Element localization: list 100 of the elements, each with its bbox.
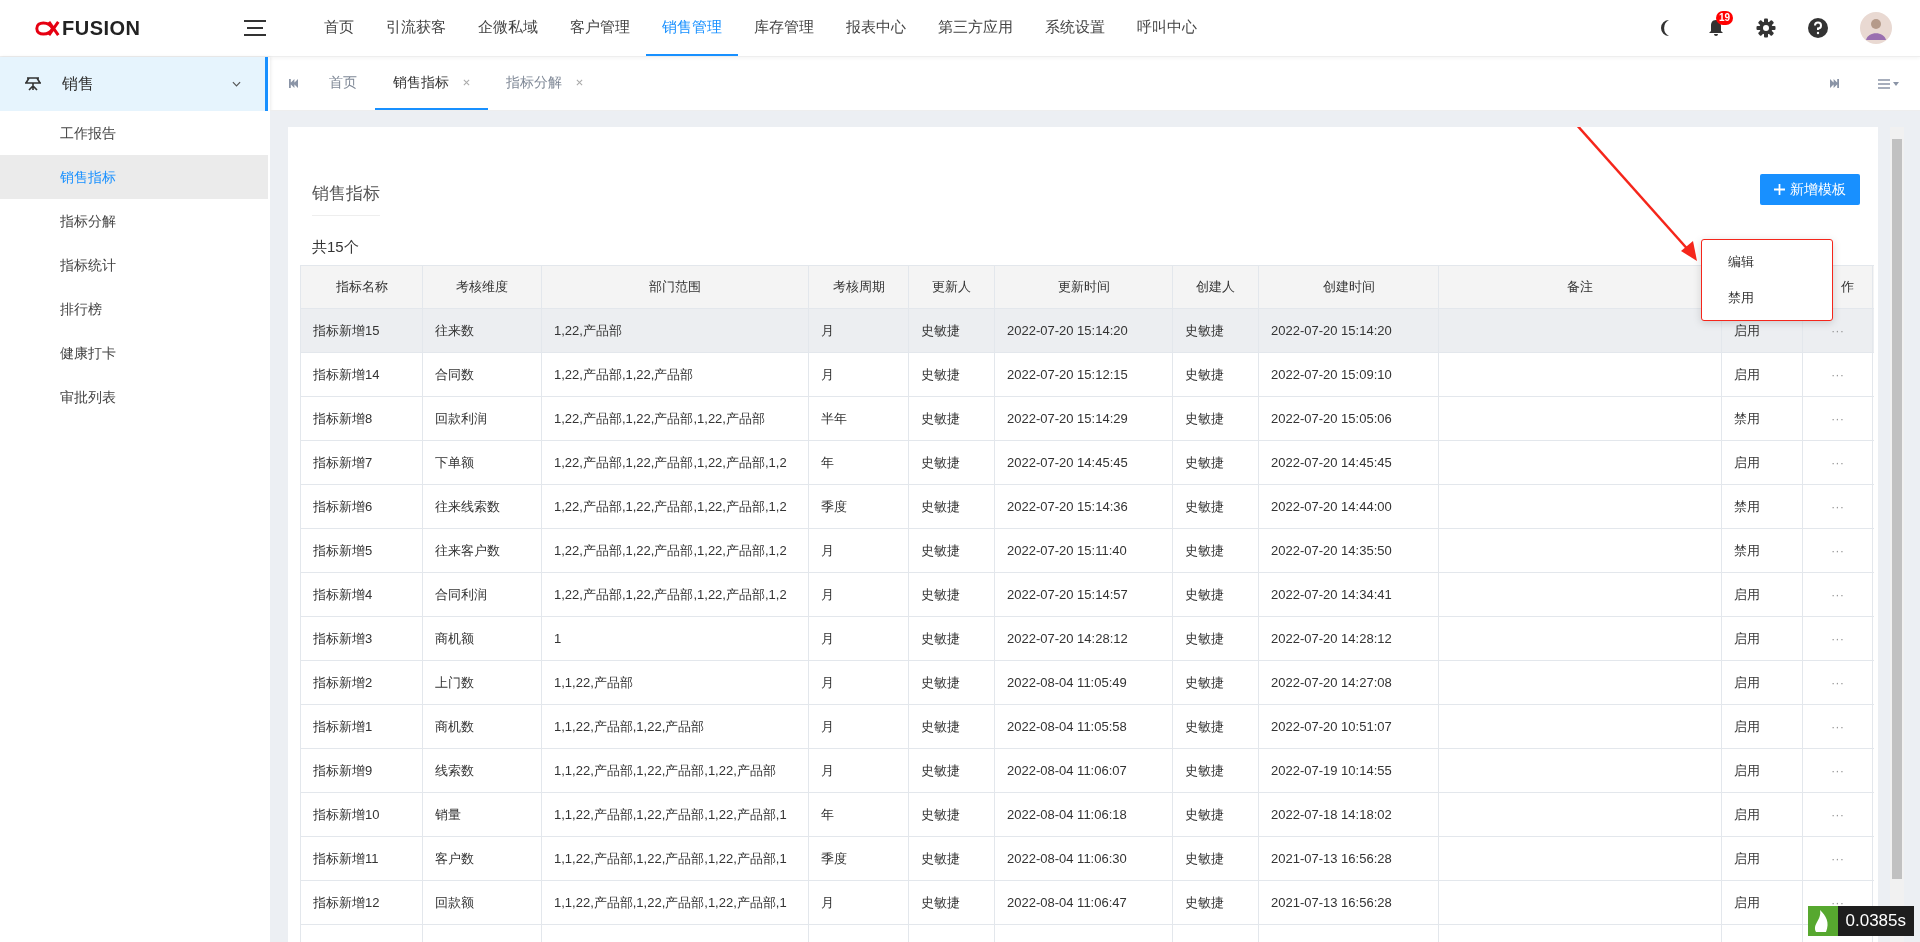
create-time-cell: 2022-07-20 14:35:50 — [1271, 543, 1392, 558]
tab[interactable]: 首页 — [311, 57, 375, 110]
sidebar-item[interactable]: 指标统计 — [0, 243, 268, 287]
plus-icon — [1774, 184, 1785, 195]
creator-cell: 史敏捷 — [1185, 585, 1224, 604]
department-cell: 1,22,产品部,1,22,产品部,1,22,产品部,1,2 — [554, 497, 787, 516]
create-time-cell: 2022-07-20 14:34:41 — [1271, 587, 1392, 602]
create-time-cell: 2022-07-18 14:18:02 — [1271, 807, 1392, 822]
create-time-cell: 2021-07-13 16:56:28 — [1271, 851, 1392, 866]
column-header: 创建人 — [1196, 278, 1235, 296]
creator-cell: 史敏捷 — [1185, 893, 1224, 912]
nav-item[interactable]: 第三方应用 — [922, 0, 1029, 56]
tab[interactable]: 指标分解 — [488, 57, 601, 110]
dimension-cell: 回款利润 — [435, 409, 487, 428]
sidebar-item[interactable]: 健康打卡 — [0, 331, 268, 375]
name-cell: 指标新增10 — [313, 805, 380, 824]
sidebar-item[interactable]: 指标分解 — [0, 199, 268, 243]
updater-cell: 史敏捷 — [921, 365, 960, 384]
period-cell: 月 — [821, 673, 834, 692]
status-cell: 启用 — [1734, 585, 1760, 604]
updater-cell: 史敏捷 — [921, 673, 960, 692]
status-cell: 启用 — [1734, 805, 1760, 824]
nav-item[interactable]: 系统设置 — [1029, 0, 1121, 56]
bell-icon[interactable] — [1708, 19, 1724, 37]
avatar[interactable] — [1860, 12, 1892, 44]
updater-cell: 史敏捷 — [921, 805, 960, 824]
update-time-cell: 2022-07-20 15:11:40 — [1007, 543, 1127, 558]
department-cell: 1,22,产品部,1,22,产品部 — [554, 365, 694, 384]
scrollbar-thumb[interactable] — [1892, 139, 1902, 879]
create-time-cell: 2022-07-20 15:14:20 — [1271, 323, 1392, 338]
status-cell: 启用 — [1734, 673, 1760, 692]
department-cell: 1,22,产品部,1,22,产品部,1,22,产品部,1,2 — [554, 585, 787, 604]
close-icon[interactable] — [463, 79, 470, 86]
dimension-cell: 往来线索数 — [435, 497, 500, 516]
creator-cell: 史敏捷 — [1185, 761, 1224, 780]
status-cell: 启用 — [1734, 321, 1760, 340]
update-time-cell: 2022-08-04 11:05:49 — [1007, 675, 1127, 690]
dimension-cell: 销量 — [435, 805, 461, 824]
period-cell: 月 — [821, 717, 834, 736]
dimension-cell: 下单额 — [435, 453, 474, 472]
creator-cell: 史敏捷 — [1185, 321, 1224, 340]
sales-icon — [24, 76, 42, 92]
updater-cell: 史敏捷 — [921, 453, 960, 472]
name-cell: 指标新增6 — [313, 497, 373, 516]
list-menu-icon[interactable] — [1878, 78, 1900, 89]
period-cell: 月 — [821, 629, 834, 648]
sidebar-group[interactable]: 销售 — [0, 57, 268, 111]
menu-icon[interactable] — [244, 20, 266, 36]
nav-item[interactable]: 首页 — [308, 0, 370, 56]
column-header: 考核周期 — [832, 278, 885, 296]
update-time-cell: 2022-08-04 11:06:47 — [1007, 895, 1127, 910]
sidebar-item[interactable]: 审批列表 — [0, 375, 268, 419]
dimension-cell: 商机数 — [435, 717, 474, 736]
update-time-cell: 2022-07-20 15:14:29 — [1007, 411, 1128, 426]
menu-item[interactable]: 编辑 — [1702, 244, 1832, 280]
period-cell: 月 — [821, 541, 834, 560]
skip-back-icon[interactable] — [288, 79, 299, 88]
department-cell: 1,1,22,产品部,1,22,产品部,1,22,产品部,1 — [554, 893, 787, 912]
nav-item[interactable]: 引流获客 — [370, 0, 462, 56]
updater-cell: 史敏捷 — [921, 761, 960, 780]
update-time-cell: 2022-07-20 14:28:12 — [1007, 631, 1128, 646]
sidebar-item[interactable]: 排行榜 — [0, 287, 268, 331]
nav-item[interactable]: 报表中心 — [830, 0, 922, 56]
name-cell: 指标新增5 — [313, 541, 373, 560]
updater-cell: 史敏捷 — [921, 849, 960, 868]
settings-icon[interactable] — [1756, 18, 1776, 38]
nav-item[interactable]: 呼叫中心 — [1121, 0, 1213, 56]
status-cell: 启用 — [1734, 717, 1760, 736]
updater-cell: 史敏捷 — [921, 585, 960, 604]
tab-label: 销售指标 — [393, 73, 449, 92]
name-cell: 指标新增1 — [313, 717, 373, 736]
creator-cell: 史敏捷 — [1185, 497, 1224, 516]
close-icon[interactable] — [576, 79, 583, 86]
create-time-cell: 2022-07-20 10:51:07 — [1271, 719, 1392, 734]
create-time-cell: 2022-07-20 14:44:00 — [1271, 499, 1392, 514]
period-cell: 年 — [821, 805, 834, 824]
update-time-cell: 2022-07-20 15:14:36 — [1007, 499, 1128, 514]
updater-cell: 史敏捷 — [921, 717, 960, 736]
create-time-cell: 2022-07-20 15:05:06 — [1271, 411, 1392, 426]
update-time-cell: 2022-07-20 15:14:57 — [1007, 587, 1128, 602]
dimension-cell: 客户数 — [435, 849, 474, 868]
name-cell: 指标新增15 — [313, 321, 380, 340]
logo: FUSION — [34, 16, 184, 40]
name-cell: 指标新增3 — [313, 629, 373, 648]
nav-item[interactable]: 企微私域 — [462, 0, 554, 56]
status-cell: 禁用 — [1734, 409, 1760, 428]
menu-item[interactable]: 禁用 — [1702, 280, 1832, 316]
department-cell: 1,1,22,产品部,1,22,产品部,1,22,产品部 — [554, 761, 776, 780]
status-cell: 启用 — [1734, 761, 1760, 780]
nav-item[interactable]: 库存管理 — [738, 0, 830, 56]
sidebar-item[interactable]: 工作报告 — [0, 111, 268, 155]
period-cell: 月 — [821, 893, 834, 912]
creator-cell: 史敏捷 — [1185, 365, 1224, 384]
help-icon[interactable] — [1808, 18, 1828, 38]
department-cell: 1,22,产品部,1,22,产品部,1,22,产品部,1,2 — [554, 541, 787, 560]
flame-icon — [1807, 906, 1838, 936]
status-cell: 启用 — [1734, 629, 1760, 648]
nav-item[interactable]: 客户管理 — [554, 0, 646, 56]
skip-forward-icon[interactable] — [1829, 79, 1840, 88]
creator-cell: 史敏捷 — [1185, 629, 1224, 648]
